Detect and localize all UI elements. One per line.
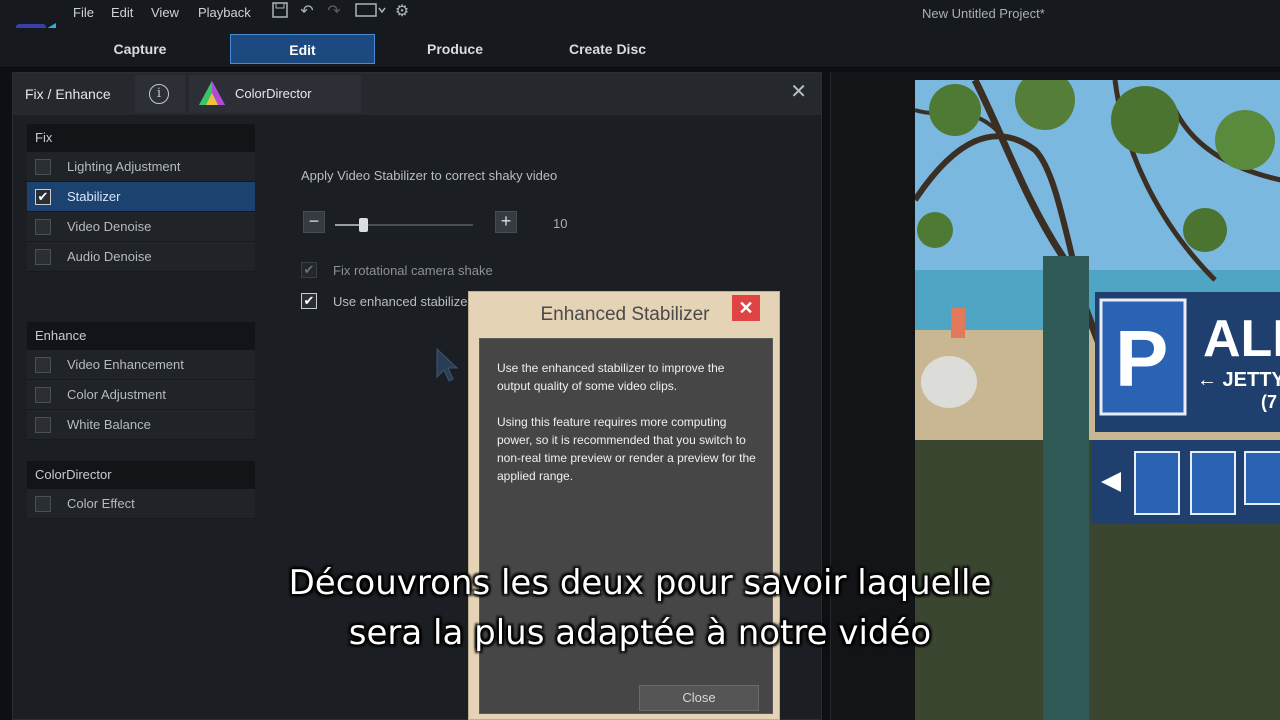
list-item-color-effect[interactable]: Color Effect <box>27 489 255 519</box>
checkbox-checked[interactable]: ✔ <box>301 293 317 309</box>
panel-header: Fix / Enhance i ColorDirector ✕ <box>13 73 821 115</box>
list-item-lighting-adjustment[interactable]: Lighting Adjustment <box>27 152 255 182</box>
menu-edit[interactable]: Edit <box>111 5 133 20</box>
tab-create-disc[interactable]: Create Disc <box>545 34 670 64</box>
save-icon[interactable] <box>270 2 290 22</box>
menu-view[interactable]: View <box>151 5 179 20</box>
dialog-close-button[interactable]: Close <box>639 685 759 711</box>
info-button[interactable]: i <box>135 75 185 113</box>
dialog-paragraph: Use the enhanced stabilizer to improve t… <box>497 361 725 393</box>
checkbox[interactable] <box>35 387 51 403</box>
menu-bar: File Edit View Playback ↶ ↷ ⚙ New Untitl… <box>0 0 1280 47</box>
info-icon: i <box>149 84 169 104</box>
strength-value: 10 <box>553 216 568 231</box>
dialog-body: Use the enhanced stabilizer to improve t… <box>479 338 773 714</box>
category-enhance: Enhance Video Enhancement Color Adjustme… <box>27 322 255 440</box>
checkbox[interactable] <box>35 249 51 265</box>
undo-icon[interactable]: ↶ <box>297 2 317 22</box>
category-fix: Fix Lighting Adjustment ✔ Stabilizer Vid… <box>27 124 255 272</box>
list-item-video-denoise[interactable]: Video Denoise <box>27 212 255 242</box>
item-label: Video Denoise <box>67 219 152 234</box>
list-item-stabilizer[interactable]: ✔ Stabilizer <box>27 182 255 212</box>
checkbox[interactable] <box>35 417 51 433</box>
list-item-white-balance[interactable]: White Balance <box>27 410 255 440</box>
category-header: ColorDirector <box>27 461 255 489</box>
panel-close-icon[interactable]: ✕ <box>790 79 807 104</box>
item-label: Color Effect <box>67 496 135 511</box>
item-label: Color Adjustment <box>67 387 166 402</box>
list-item-color-adjustment[interactable]: Color Adjustment <box>27 380 255 410</box>
stabilizer-description: Apply Video Stabilizer to correct shaky … <box>301 168 558 183</box>
aspect-ratio-icon[interactable] <box>354 2 388 22</box>
sign-text: ALL <box>1203 310 1280 368</box>
project-title: New Untitled Project* <box>922 6 1045 21</box>
tab-edit[interactable]: Edit <box>230 34 375 64</box>
dialog-paragraph: Using this feature requires more computi… <box>497 415 756 483</box>
item-label: Stabilizer <box>67 189 121 204</box>
item-label: White Balance <box>67 417 151 432</box>
mode-tabs: Capture Edit Produce Create Disc <box>0 28 1280 68</box>
checkbox[interactable] <box>35 219 51 235</box>
increase-button[interactable]: + <box>495 211 517 233</box>
settings-gear-icon[interactable]: ⚙ <box>392 2 412 22</box>
checkbox[interactable] <box>35 496 51 512</box>
colordirector-button[interactable]: ColorDirector <box>189 75 361 113</box>
checkbox[interactable] <box>35 159 51 175</box>
redo-icon[interactable]: ↷ <box>324 2 344 22</box>
checkbox-checked[interactable]: ✔ <box>35 189 51 205</box>
item-label: Lighting Adjustment <box>67 159 181 174</box>
panel-title: Fix / Enhance <box>25 86 111 102</box>
list-item-audio-denoise[interactable]: Audio Denoise <box>27 242 255 272</box>
list-item-video-enhancement[interactable]: Video Enhancement <box>27 350 255 380</box>
decrease-button[interactable]: − <box>303 211 325 233</box>
strength-slider[interactable] <box>335 218 473 232</box>
menu-playback[interactable]: Playback <box>198 5 251 20</box>
sign-jetty-text: ← JETTY <box>1197 369 1280 391</box>
subtitle-line-1: Découvrons les deux pour savoir laquelle <box>288 563 992 603</box>
colordirector-prism-icon <box>199 81 225 105</box>
category-header: Enhance <box>27 322 255 350</box>
colordirector-label: ColorDirector <box>235 86 312 101</box>
option-label: Use enhanced stabilizer <box>333 294 472 309</box>
option-label: Fix rotational camera shake <box>333 263 493 278</box>
checkbox-checked[interactable]: ✔ <box>301 262 317 278</box>
category-colordirector: ColorDirector Color Effect <box>27 461 255 519</box>
item-label: Audio Denoise <box>67 249 152 264</box>
subtitle-line-2: sera la plus adaptée à notre vidéo <box>348 613 932 653</box>
checkbox[interactable] <box>35 357 51 373</box>
tab-capture[interactable]: Capture <box>80 34 200 64</box>
parking-sign-letter: P <box>1115 314 1168 403</box>
sign-number-text: (7 <box>1261 392 1277 412</box>
item-label: Video Enhancement <box>67 357 184 372</box>
mouse-cursor-icon <box>436 347 459 382</box>
menu-file[interactable]: File <box>73 5 94 20</box>
slider-thumb[interactable] <box>358 218 368 232</box>
tab-produce[interactable]: Produce <box>395 34 515 64</box>
dialog-close-icon[interactable]: ✕ <box>732 295 760 321</box>
enhanced-stabilizer-dialog: Enhanced Stabilizer ✕ Use the enhanced s… <box>468 291 780 720</box>
category-header: Fix <box>27 124 255 152</box>
